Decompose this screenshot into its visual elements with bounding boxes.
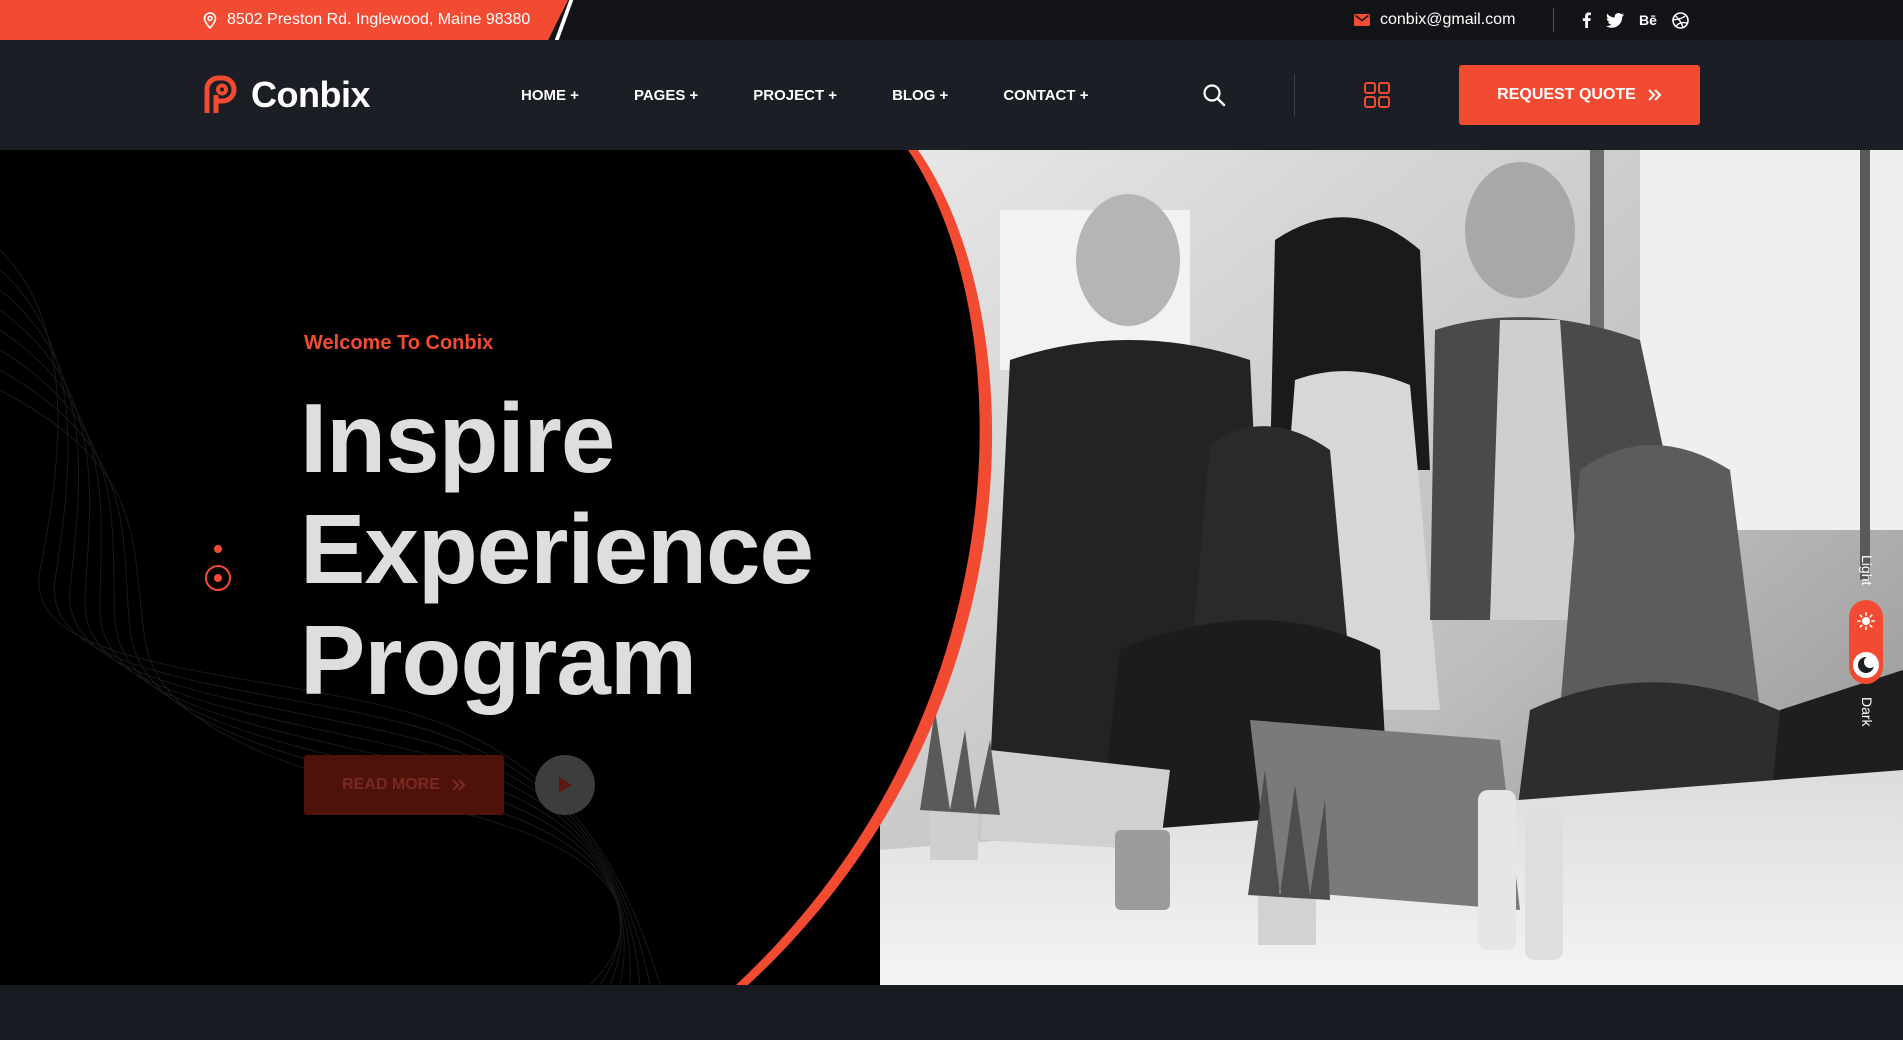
dribbble-icon[interactable] — [1672, 11, 1689, 29]
double-chevron-right-icon — [452, 779, 466, 791]
grid-menu-icon[interactable] — [1364, 82, 1390, 108]
hero-title: Inspire Experience Program — [300, 383, 814, 716]
read-more-button[interactable]: READ MORE — [304, 755, 504, 815]
read-more-label: READ MORE — [342, 776, 440, 793]
top-bar: 8502 Preston Rd. Inglewood, Maine 98380 … — [0, 0, 1903, 40]
behance-icon[interactable]: Bē — [1639, 12, 1657, 28]
theme-toggle-switch[interactable] — [1849, 600, 1883, 684]
next-section-strip — [0, 985, 1903, 1040]
address-text: 8502 Preston Rd. Inglewood, Maine 98380 — [227, 11, 531, 28]
logo-mark-icon — [203, 75, 241, 115]
slider-pagination — [205, 545, 231, 595]
play-video-button[interactable] — [535, 755, 595, 815]
main-nav: HOME + PAGES + PROJECT + BLOG + CONTACT … — [521, 40, 1088, 150]
moon-icon — [1853, 652, 1879, 678]
logo-text: Conbix — [251, 74, 371, 115]
theme-switcher: Light Dark — [1847, 545, 1887, 745]
dark-mode-label[interactable]: Dark — [1855, 687, 1879, 737]
facebook-icon[interactable] — [1582, 12, 1591, 28]
main-header: Conbix HOME + PAGES + PROJECT + BLOG + C… — [0, 40, 1903, 150]
nav-item-contact[interactable]: CONTACT + — [1003, 87, 1088, 104]
top-bar-divider — [1553, 8, 1554, 32]
hero-subtitle: Welcome To Conbix — [304, 332, 494, 354]
search-icon[interactable] — [1201, 82, 1227, 108]
request-quote-label: REQUEST QUOTE — [1497, 86, 1636, 103]
slide-dot[interactable] — [214, 545, 222, 553]
twitter-icon[interactable] — [1606, 12, 1624, 28]
mail-icon — [1354, 14, 1370, 26]
hero-title-line: Experience — [300, 494, 814, 604]
address: 8502 Preston Rd. Inglewood, Maine 98380 — [203, 0, 530, 40]
hero-slider: Welcome To Conbix Inspire Experience Pro… — [0, 150, 1903, 985]
page: 8502 Preston Rd. Inglewood, Maine 98380 … — [0, 0, 1903, 1040]
request-quote-button[interactable]: REQUEST QUOTE — [1459, 65, 1700, 125]
email[interactable]: conbix@gmail.com — [1354, 0, 1515, 40]
sun-icon — [1854, 609, 1878, 633]
nav-item-home[interactable]: HOME + — [521, 87, 579, 104]
nav-item-blog[interactable]: BLOG + — [892, 87, 948, 104]
double-chevron-right-icon — [1648, 89, 1662, 101]
nav-item-pages[interactable]: PAGES + — [634, 87, 698, 104]
location-pin-icon — [203, 11, 217, 29]
hero-title-line: Program — [300, 605, 697, 715]
email-text[interactable]: conbix@gmail.com — [1380, 11, 1515, 29]
light-mode-label[interactable]: Light — [1855, 545, 1879, 595]
hero-title-line: Inspire — [300, 383, 615, 493]
social-links: Bē — [1582, 0, 1689, 40]
nav-item-project[interactable]: PROJECT + — [753, 87, 837, 104]
logo[interactable]: Conbix — [203, 74, 371, 116]
play-icon — [557, 776, 573, 794]
header-divider — [1294, 74, 1295, 116]
slide-dot-active[interactable] — [205, 565, 231, 591]
